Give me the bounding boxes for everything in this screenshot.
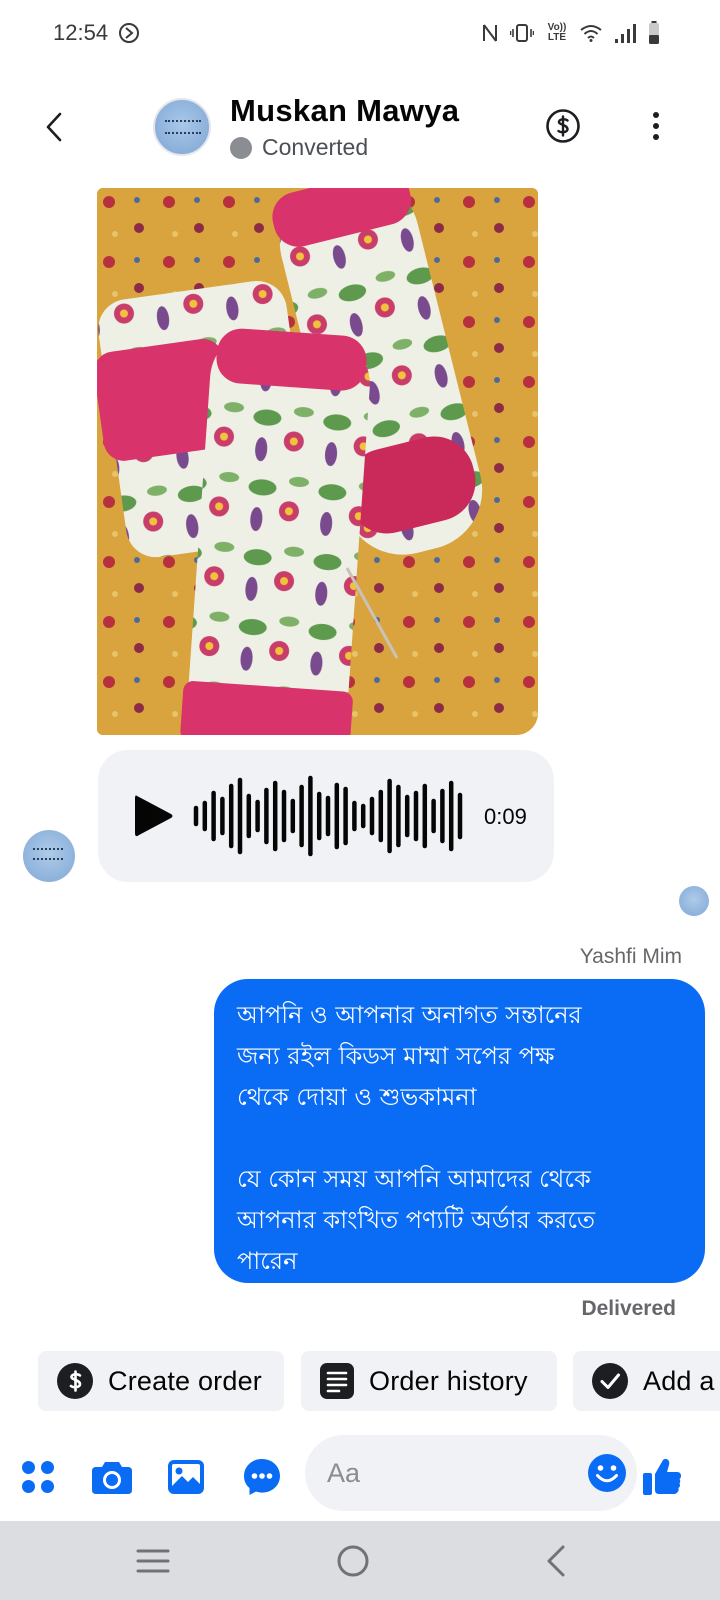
quick-actions: Create order Order history Add a	[38, 1351, 720, 1413]
signal-icon	[615, 24, 636, 43]
home-circle-icon	[337, 1545, 369, 1577]
apps-button[interactable]	[16, 1455, 60, 1499]
voice-duration: 0:09	[484, 804, 527, 829]
contact-name[interactable]: Muskan Mawya	[230, 93, 459, 129]
order-history-label: Order history	[369, 1365, 528, 1396]
chevron-left-icon	[46, 112, 62, 142]
voice-message: 0:09	[98, 750, 554, 882]
add-label: Add a	[643, 1365, 715, 1396]
play-button[interactable]	[131, 792, 175, 840]
status-icons: Vo)) LTE	[482, 20, 660, 46]
contact-status-label: Converted	[262, 134, 369, 160]
like-button[interactable]	[640, 1455, 684, 1499]
order-history-chip[interactable]: Order history	[301, 1351, 557, 1411]
outgoing-sender-name: Yashfi Mim	[579, 945, 682, 968]
like-icon	[643, 1458, 681, 1495]
vibrate-icon	[510, 24, 534, 42]
dollar-circle-icon	[57, 1363, 93, 1399]
gallery-icon	[168, 1460, 204, 1494]
do-not-disturb-icon	[118, 22, 140, 49]
home-button[interactable]	[331, 1539, 375, 1583]
more-options-button[interactable]	[646, 104, 666, 148]
add-chip[interactable]: Add a	[573, 1351, 720, 1411]
wifi-icon	[580, 25, 602, 42]
contact-avatar-small[interactable]	[23, 830, 75, 882]
system-back-button[interactable]	[534, 1539, 578, 1583]
recent-apps-button[interactable]	[131, 1539, 175, 1583]
gallery-button[interactable]	[164, 1455, 208, 1499]
message-input-box	[305, 1435, 637, 1511]
camera-button[interactable]	[90, 1455, 134, 1499]
battery-icon	[649, 21, 659, 44]
payment-button[interactable]	[545, 108, 581, 144]
chat-more-icon	[244, 1459, 280, 1495]
conversation-header: Muskan Mawya Converted	[0, 80, 720, 172]
check-circle-icon	[592, 1363, 628, 1399]
emoji-icon	[588, 1454, 626, 1492]
outgoing-message-text: আপনি ও আপনার অনাগত সন্তানের জন্য রইল কিড…	[237, 1001, 595, 1275]
message-composer	[0, 1433, 720, 1521]
seen-avatar	[679, 886, 709, 916]
volte-icon: Vo)) LTE	[547, 22, 567, 43]
camera-icon	[92, 1462, 132, 1494]
status-bar: 12:54 Vo)) LTE	[0, 0, 720, 66]
emoji-button[interactable]	[587, 1453, 627, 1493]
product-photo[interactable]	[97, 188, 538, 735]
back-chevron-icon	[547, 1545, 565, 1577]
nfc-icon	[483, 24, 497, 42]
document-list-icon	[320, 1363, 354, 1399]
delivery-status: Delivered	[581, 1297, 676, 1320]
back-button[interactable]	[36, 102, 72, 152]
chat-extensions-button[interactable]	[240, 1455, 284, 1499]
contact-status: Converted	[230, 134, 368, 161]
create-order-label: Create order	[108, 1365, 262, 1396]
recent-apps-icon	[136, 1549, 170, 1573]
outgoing-message-bubble[interactable]: আপনি ও আপনার অনাগত সন্তানের জন্য রইল কিড…	[214, 979, 705, 1283]
message-input[interactable]	[327, 1453, 567, 1493]
contact-avatar[interactable]	[153, 98, 211, 156]
create-order-chip[interactable]: Create order	[38, 1351, 284, 1411]
system-navigation-bar	[0, 1521, 720, 1600]
apps-grid-icon	[22, 1461, 54, 1493]
play-icon	[135, 795, 173, 837]
status-dot	[230, 136, 252, 159]
status-time: 12:54	[53, 20, 109, 45]
dollar-circle-icon	[546, 109, 580, 143]
